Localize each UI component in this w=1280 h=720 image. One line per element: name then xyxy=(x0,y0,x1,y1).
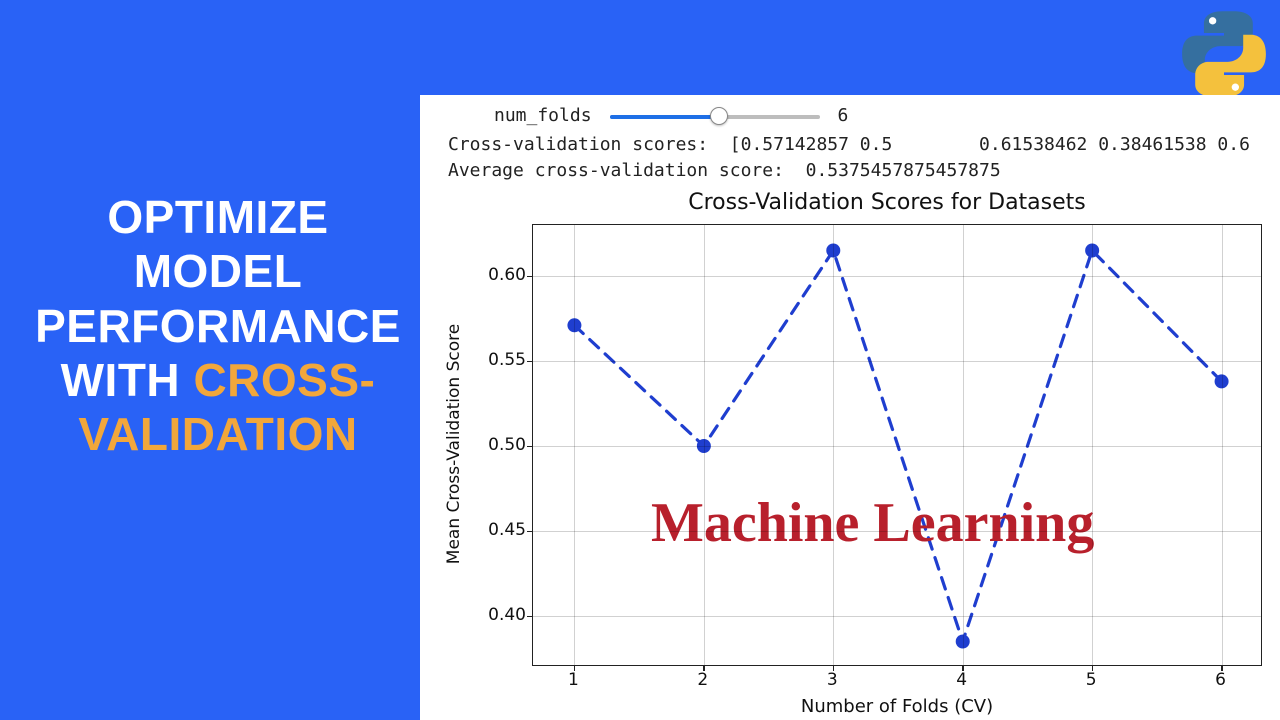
chart-gridline xyxy=(704,225,705,665)
chart-gridline xyxy=(833,225,834,665)
overlay-label: Machine Learning xyxy=(651,491,1094,555)
chart-title: Cross-Validation Scores for Datasets xyxy=(434,190,1280,215)
chart-gridline xyxy=(533,616,1261,617)
chart-xtick: 1 xyxy=(568,670,579,690)
chart-gridline xyxy=(533,531,1261,532)
chart-gridline xyxy=(963,225,964,665)
chart-ylabel: Mean Cross-Validation Score xyxy=(444,324,464,564)
slider-row: num_folds 6 xyxy=(434,105,1280,126)
chart-ytick: 0.45 xyxy=(478,520,526,540)
chart-gridline xyxy=(1092,225,1093,665)
headline: OPTIMIZE MODEL PERFORMANCE WITH CROSS-VA… xyxy=(18,190,418,461)
chart: Cross-Validation Scores for Datasets Mea… xyxy=(434,190,1280,710)
chart-ytick: 0.50 xyxy=(478,435,526,455)
chart-gridline xyxy=(574,225,575,665)
chart-gridline xyxy=(533,446,1261,447)
chart-xtick: 2 xyxy=(697,670,708,690)
console-scores-label: Cross-validation scores: xyxy=(448,134,730,155)
headline-line: PERFORMANCE xyxy=(35,300,401,352)
slider-value: 6 xyxy=(838,105,849,126)
slider-thumb-icon[interactable] xyxy=(710,107,728,125)
chart-ytick: 0.40 xyxy=(478,605,526,625)
headline-line: OPTIMIZE xyxy=(107,191,328,243)
num-folds-slider[interactable] xyxy=(610,108,820,124)
chart-ytick: 0.60 xyxy=(478,265,526,285)
console-scores-value: [0.57142857 0.5 0.61538462 0.38461538 0.… xyxy=(730,134,1250,155)
chart-xtick: 3 xyxy=(827,670,838,690)
console-avg-label: Average cross-validation score: xyxy=(448,160,806,181)
chart-xlabel: Number of Folds (CV) xyxy=(532,696,1262,717)
headline-line: WITH xyxy=(61,354,194,406)
chart-gridline xyxy=(533,276,1261,277)
console-avg-value: 0.5375457875457875 xyxy=(806,160,1001,181)
headline-line: MODEL xyxy=(134,245,303,297)
chart-ytick: 0.55 xyxy=(478,350,526,370)
chart-xtick: 6 xyxy=(1215,670,1226,690)
chart-gridline xyxy=(1222,225,1223,665)
notebook-panel: num_folds 6 Cross-validation scores: [0.… xyxy=(420,95,1280,720)
chart-plot-area: Machine Learning xyxy=(532,224,1262,666)
chart-xtick: 5 xyxy=(1086,670,1097,690)
chart-xtick: 4 xyxy=(956,670,967,690)
slider-label: num_folds xyxy=(494,105,592,126)
chart-gridline xyxy=(533,361,1261,362)
python-logo-icon xyxy=(1176,6,1272,102)
console-output: Cross-validation scores: [0.57142857 0.5… xyxy=(434,132,1280,184)
